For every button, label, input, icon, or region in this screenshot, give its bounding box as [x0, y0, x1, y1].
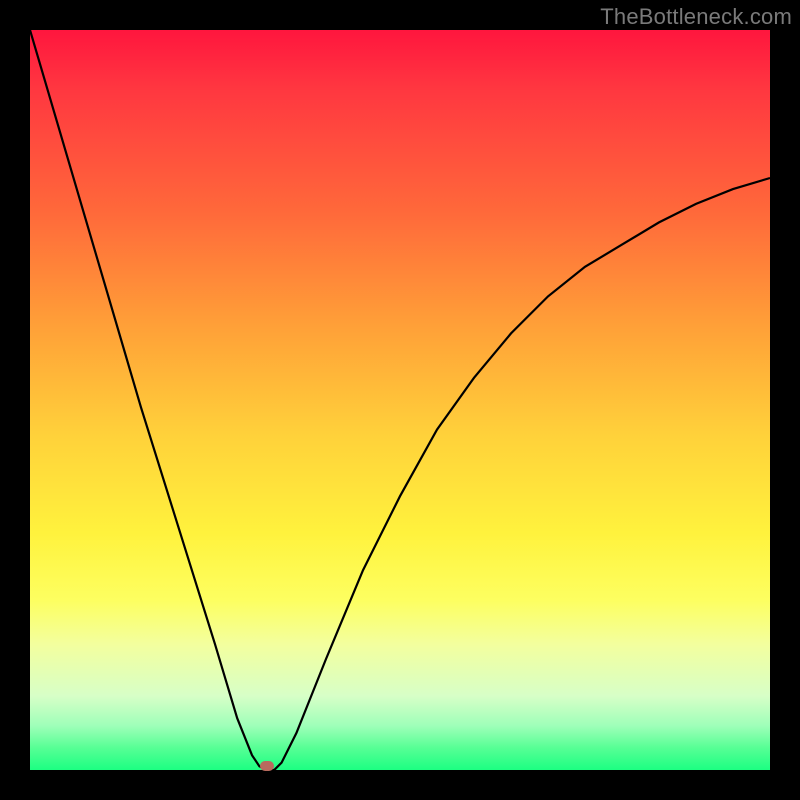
plot-area [30, 30, 770, 770]
attribution-label: TheBottleneck.com [600, 4, 792, 30]
bottleneck-curve [30, 30, 770, 770]
chart-frame: TheBottleneck.com [0, 0, 800, 800]
minimum-marker [260, 761, 274, 771]
curve-path [30, 30, 770, 770]
